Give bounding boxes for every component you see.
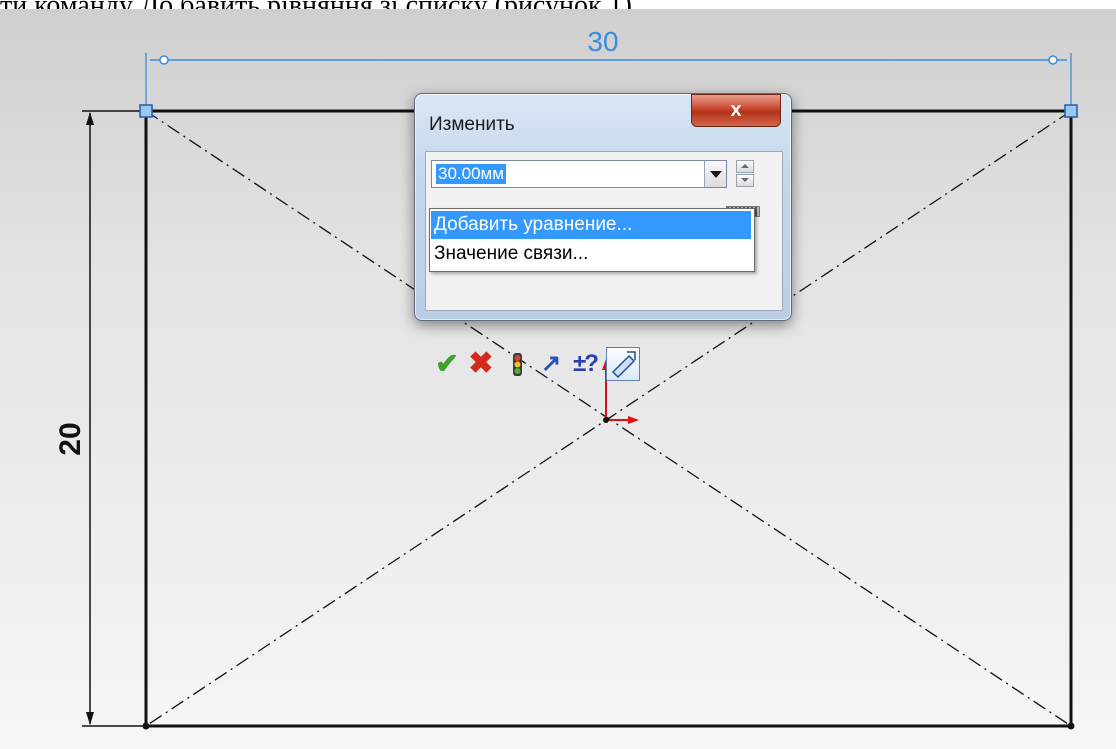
menu-item-link-value[interactable]: Значение связи... <box>431 240 751 268</box>
traffic-light-icon <box>513 353 522 376</box>
reverse-direction-button[interactable]: ↗ <box>536 347 566 381</box>
corner-point-top-left[interactable] <box>139 104 153 118</box>
corner-point-top-right[interactable] <box>1064 104 1078 118</box>
vertical-dimension-arrow-bottom <box>86 712 94 725</box>
vertical-dimension-arrow-top <box>86 112 94 125</box>
vertical-dimension-value[interactable]: 20 <box>54 422 87 455</box>
ok-button[interactable]: ✔ <box>432 347 462 381</box>
close-button[interactable]: x <box>691 94 781 127</box>
value-text[interactable]: 30.00мм <box>436 164 506 184</box>
dropdown-button[interactable] <box>704 161 726 187</box>
tolerance-button[interactable]: ±? <box>570 347 600 381</box>
cancel-button[interactable]: ✖ <box>466 347 496 381</box>
spin-up-button[interactable] <box>736 160 754 173</box>
chevron-down-icon <box>710 171 722 178</box>
spin-down-button[interactable] <box>736 174 754 187</box>
horizontal-dimension-value[interactable]: 30 <box>587 26 618 57</box>
dimension-handle-left[interactable] <box>159 55 169 65</box>
close-icon: x <box>730 99 742 121</box>
corner-point-bottom-left[interactable] <box>142 722 150 730</box>
tolerance-icon: ±? <box>573 350 599 377</box>
arrow-down-icon <box>741 178 749 182</box>
check-icon: ✔ <box>435 348 459 379</box>
menu-item-add-equation[interactable]: Добавить уравнение... <box>431 211 751 239</box>
arrow-up-icon <box>741 164 749 168</box>
dialog-title: Изменить <box>429 114 515 135</box>
mark-dimension-icon <box>611 351 636 379</box>
graphics-area[interactable]: 20 30 Изменить x 30.00мм ✔ ✖ ↗ ±? Добави… <box>0 9 1116 749</box>
mark-dimension-button[interactable] <box>606 347 640 381</box>
value-input[interactable]: 30.00мм <box>431 160 727 188</box>
equation-dropdown-menu[interactable]: Добавить уравнение... Значение связи... <box>429 208 755 272</box>
corner-point-bottom-right[interactable] <box>1067 722 1075 730</box>
dimension-handle-right[interactable] <box>1048 55 1058 65</box>
cross-icon: ✖ <box>468 347 494 380</box>
rebuild-button[interactable] <box>502 347 532 381</box>
modify-dialog[interactable]: Изменить x 30.00мм ✔ ✖ ↗ ±? Добавить ура… <box>414 93 792 381</box>
reverse-arrow-icon: ↗ <box>540 350 562 377</box>
